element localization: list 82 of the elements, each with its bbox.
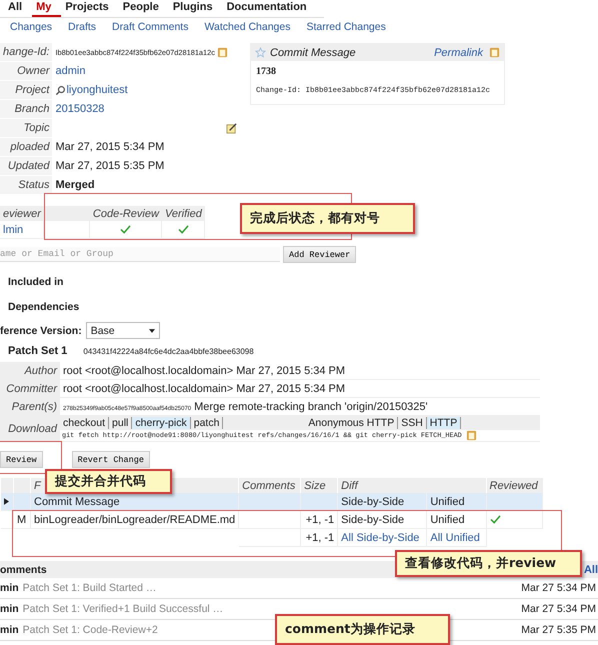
info-link[interactable]: admin: [55, 65, 86, 77]
column-header: Reviewed: [486, 478, 542, 493]
status-value: Merged: [55, 179, 95, 191]
download-tab[interactable]: patch: [190, 417, 224, 429]
column-header: Code-Review: [90, 206, 162, 221]
sub-nav-link[interactable]: Changes: [10, 21, 52, 37]
size-value: +1, -1: [306, 514, 334, 526]
comment-summary: Patch Set 1: Verified+1 Build Successful …: [22, 603, 224, 615]
field-value: root <root@localhost.localdomain> Mar 27, 2015 5:34 PM: [63, 364, 346, 376]
edit-icon[interactable]: [226, 122, 237, 134]
star-icon[interactable]: [255, 47, 266, 58]
diff-link[interactable]: All Side-by-Side: [341, 532, 420, 544]
protocol-tab[interactable]: Anonymous HTTP: [305, 417, 398, 429]
nav-tab[interactable]: People: [118, 1, 169, 17]
column-header: Diff: [338, 478, 486, 493]
field-value: Merge remote-tracking branch 'origin/20150325': [194, 400, 428, 412]
commit-hash: 043431f42224a84fc6e4dc2aa4bbfe38bee63098: [83, 346, 254, 356]
field-label: Parent(s): [0, 398, 60, 416]
section-title: omments: [0, 564, 47, 576]
current-row-pointer-icon: [4, 498, 8, 504]
field-value: Mar 27, 2015 5:35 PM: [55, 160, 164, 172]
action-button[interactable]: Revert Change: [72, 451, 150, 468]
diff-link[interactable]: Unified: [430, 514, 465, 526]
file-link[interactable]: binLogreader/binLogreader/README.md: [34, 514, 236, 526]
search-icon[interactable]: [55, 84, 66, 96]
comment-time: Mar 27 5:35 PM: [521, 624, 597, 636]
comment-author: min: [0, 624, 19, 636]
download-tab[interactable]: cherry-pick: [132, 417, 191, 429]
reviewer-link[interactable]: lmin: [3, 224, 24, 236]
patch-set-title: Patch Set 1: [8, 345, 68, 357]
size-total: +1, -1: [306, 532, 334, 544]
check-icon[interactable]: [490, 515, 500, 524]
add-reviewer-button[interactable]: Add Reviewer: [283, 246, 356, 263]
field-value: root <root@localhost.localdomain> Mar 27, 2015 5:34 PM: [63, 382, 346, 394]
version-dropdown[interactable]: Base: [86, 322, 160, 339]
diff-link[interactable]: Side-by-Side: [341, 514, 404, 526]
comment-summary: Patch Set 1: Build Started …: [22, 582, 156, 594]
protocol-tab[interactable]: HTTP: [426, 417, 462, 429]
sub-nav-link[interactable]: Watched Changes: [204, 21, 290, 37]
column-header: Verified: [162, 206, 205, 221]
sub-nav-link[interactable]: Starred Changes: [306, 21, 386, 37]
column-header: eviewer: [0, 206, 44, 221]
copy-icon[interactable]: [216, 46, 228, 58]
copy-icon[interactable]: [489, 47, 500, 58]
panel-title: Commit Message: [270, 46, 356, 58]
caret-icon: [148, 328, 155, 332]
file-status: M: [17, 514, 26, 526]
section-heading[interactable]: Included in: [0, 276, 598, 288]
nav-tab[interactable]: My: [32, 1, 62, 17]
collapse-all-link[interactable]: All: [584, 564, 598, 576]
field-label: ference Version:: [0, 324, 82, 336]
column-header: Size: [300, 478, 338, 493]
comment-time: Mar 27 5:34 PM: [521, 603, 597, 615]
nav-tab[interactable]: All: [4, 1, 32, 17]
annotation-callout: 完成后状态，都有对号: [240, 203, 415, 234]
copy-icon[interactable]: [466, 430, 477, 441]
nav-tab[interactable]: Projects: [61, 1, 119, 17]
commit-subject: 1738: [255, 65, 277, 77]
nav-tab[interactable]: Plugins: [168, 1, 223, 17]
comment-author: min: [0, 582, 19, 594]
comment-summary: Patch Set 1: Code-Review+2: [22, 624, 158, 636]
reviewer-input[interactable]: ame or Email or Group: [0, 247, 280, 262]
field-label: Download: [0, 416, 60, 442]
comment-row[interactable]: min Patch Set 1: Build Started … Mar 27 5:34 PM: [0, 578, 598, 599]
permalink[interactable]: Permalink: [434, 46, 483, 58]
sub-nav-link[interactable]: Draft Comments: [112, 21, 188, 37]
action-button[interactable]: Review: [0, 451, 43, 468]
comment-author: min: [0, 603, 19, 615]
sub-nav-link[interactable]: Drafts: [68, 21, 96, 37]
section-heading[interactable]: Dependencies: [0, 301, 598, 313]
info-link[interactable]: 20150328: [55, 103, 104, 115]
annotation-callout: 提交并合并代码: [45, 469, 172, 494]
column-header: Comments: [238, 478, 301, 493]
field-label: Committer: [0, 380, 60, 398]
diff-link[interactable]: All Unified: [430, 532, 480, 544]
annotation-callout: 查看修改代码，并review: [395, 550, 582, 577]
field-value: Mar 27, 2015 5:34 PM: [55, 141, 164, 153]
field-label: Author: [0, 362, 60, 380]
nav-tab[interactable]: Documentation: [222, 1, 317, 17]
comment-time: Mar 27 5:34 PM: [521, 582, 597, 594]
download-tab[interactable]: checkout: [60, 417, 110, 429]
annotation-callout: comment为操作记录: [275, 614, 450, 645]
